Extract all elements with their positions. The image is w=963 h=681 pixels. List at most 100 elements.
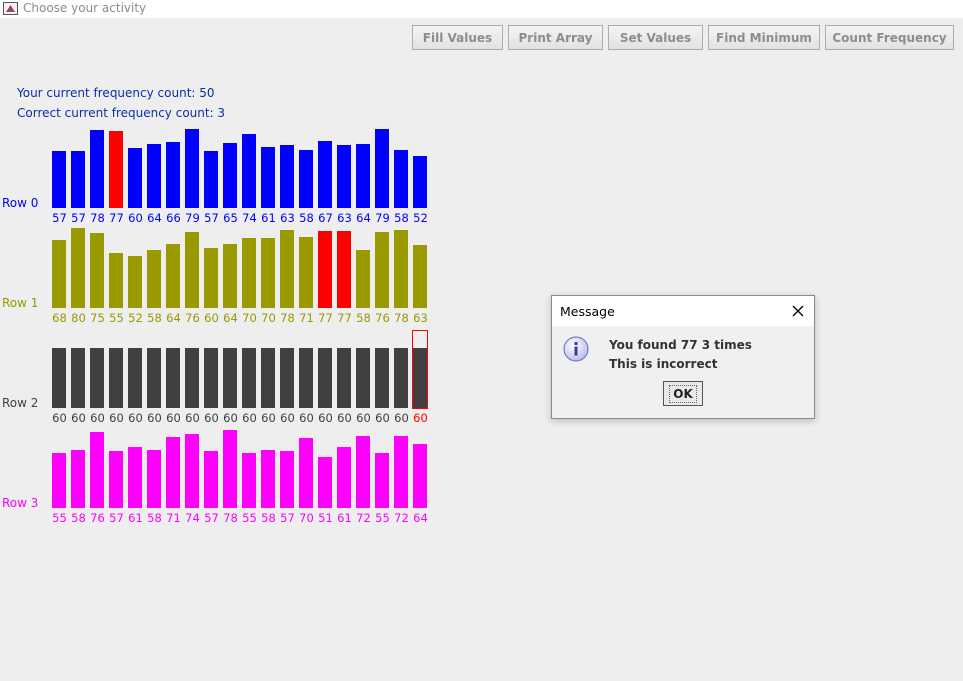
row-2-value-3: 60 (109, 411, 124, 425)
row-2-bar-4 (128, 348, 142, 408)
row-2-value-7: 60 (185, 411, 200, 425)
row-2-value-4: 60 (128, 411, 143, 425)
row-0-value-19: 52 (413, 211, 428, 225)
row-3-value-15: 61 (337, 511, 352, 525)
row-3-bar-14 (318, 457, 332, 508)
your-frequency-count: Your current frequency count: 50 (17, 86, 215, 100)
row-3-bar-4 (128, 447, 142, 508)
dialog-title: Message (560, 304, 615, 319)
set-values-button[interactable]: Set Values (608, 25, 703, 50)
row-2-bar-14 (318, 348, 332, 408)
row-3-value-17: 55 (375, 511, 390, 525)
row-1-value-4: 52 (128, 311, 143, 325)
row-2-value-2: 60 (90, 411, 105, 425)
row-3-label: Row 3 (2, 496, 39, 510)
row-0-value-14: 67 (318, 211, 333, 225)
row-3-bar-2 (90, 432, 104, 508)
row-2-bar-16 (356, 348, 370, 408)
row-1-bar-9 (223, 244, 237, 308)
row-1-value-17: 76 (375, 311, 390, 325)
row-1-value-10: 70 (242, 311, 257, 325)
row-2-value-10: 60 (242, 411, 257, 425)
row-0-bar-8 (204, 151, 218, 208)
row-3-bar-18 (394, 436, 408, 508)
row-2-value-17: 60 (375, 411, 390, 425)
row-1-value-14: 77 (318, 311, 333, 325)
row-2-selected-cell-outline (412, 330, 428, 409)
row-2-bar-18 (394, 348, 408, 408)
dialog-message-line-1: You found 77 3 times (609, 338, 752, 352)
row-0-bar-1 (71, 151, 85, 208)
row-3-value-4: 61 (128, 511, 143, 525)
row-1-value-0: 68 (52, 311, 67, 325)
row-0-value-16: 64 (356, 211, 371, 225)
row-3-bar-16 (356, 436, 370, 508)
row-0-value-2: 78 (90, 211, 105, 225)
row-0-value-6: 66 (166, 211, 181, 225)
row-2-value-19: 60 (413, 411, 428, 425)
row-2-value-8: 60 (204, 411, 219, 425)
row-2-bar-11 (261, 348, 275, 408)
row-2-bar-15 (337, 348, 351, 408)
row-0-bar-10 (242, 134, 256, 208)
row-2-bar-6 (166, 348, 180, 408)
row-2-bar-12 (280, 348, 294, 408)
window-title: Choose your activity (23, 1, 147, 15)
row-1-bar-7 (185, 232, 199, 308)
fill-values-button[interactable]: Fill Values (412, 25, 503, 50)
row-3-value-13: 70 (299, 511, 314, 525)
close-icon[interactable] (790, 303, 806, 319)
row-3-bar-13 (299, 438, 313, 508)
row-1-bar-15 (337, 231, 351, 308)
ok-button-label: OK (669, 384, 697, 403)
row-1-bar-19 (413, 245, 427, 308)
row-2-label: Row 2 (2, 396, 39, 410)
row-1-label: Row 1 (2, 296, 39, 310)
row-1-value-9: 64 (223, 311, 238, 325)
row-1-bar-13 (299, 237, 313, 308)
row-3-value-12: 57 (280, 511, 295, 525)
row-3-value-2: 76 (90, 511, 105, 525)
row-1-value-18: 78 (394, 311, 409, 325)
row-1-value-6: 64 (166, 311, 181, 325)
row-0-bar-4 (128, 148, 142, 208)
row-3-value-3: 57 (109, 511, 124, 525)
row-2-bar-10 (242, 348, 256, 408)
row-0-bar-0 (52, 151, 66, 208)
row-2-bar-7 (185, 348, 199, 408)
row-0-bar-3 (109, 131, 123, 208)
row-3-bar-7 (185, 434, 199, 508)
row-3-value-19: 64 (413, 511, 428, 525)
row-2-value-15: 60 (337, 411, 352, 425)
row-2-value-11: 60 (261, 411, 276, 425)
row-0-value-0: 57 (52, 211, 67, 225)
row-1-value-2: 75 (90, 311, 105, 325)
row-3-bar-10 (242, 453, 256, 508)
row-3-bar-9 (223, 430, 237, 508)
row-1-value-3: 55 (109, 311, 124, 325)
correct-frequency-count: Correct current frequency count: 3 (17, 106, 226, 120)
row-3-value-7: 74 (185, 511, 200, 525)
row-3-value-10: 55 (242, 511, 257, 525)
print-array-button[interactable]: Print Array (508, 25, 603, 50)
row-2-bar-0 (52, 348, 66, 408)
row-0-label: Row 0 (2, 196, 39, 210)
row-1-value-19: 63 (413, 311, 428, 325)
row-0-bar-19 (413, 156, 427, 208)
row-2-value-1: 60 (71, 411, 86, 425)
count-frequency-button[interactable]: Count Frequency (825, 25, 954, 50)
find-minimum-button[interactable]: Find Minimum (708, 25, 820, 50)
row-1-value-15: 77 (337, 311, 352, 325)
row-1-bar-11 (261, 238, 275, 308)
row-0-bar-7 (185, 129, 199, 208)
row-0-value-10: 74 (242, 211, 257, 225)
row-1-value-13: 71 (299, 311, 314, 325)
row-3-value-18: 72 (394, 511, 409, 525)
row-0-bar-9 (223, 143, 237, 208)
window-titlebar: Choose your activity (0, 0, 963, 18)
row-0-bar-16 (356, 144, 370, 208)
ok-button[interactable]: OK (663, 381, 703, 406)
row-0-bar-15 (337, 145, 351, 208)
row-1-bar-18 (394, 230, 408, 308)
row-0-value-15: 63 (337, 211, 352, 225)
